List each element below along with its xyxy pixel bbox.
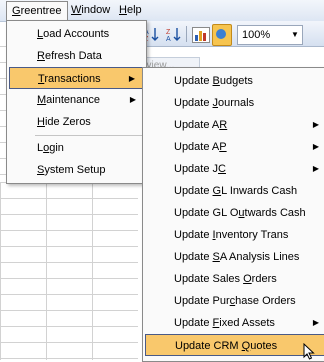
submenu-item-label: Update Inventory Trans <box>174 229 289 241</box>
menu-item-hide-zeros[interactable]: Hide Zeros <box>9 111 144 133</box>
submenu-item-label: Update GL Outwards Cash <box>174 207 306 219</box>
submenu-item-update-ar[interactable]: Update AR ▶ <box>145 114 324 136</box>
submenu-arrow-icon: ▶ <box>312 142 319 151</box>
transactions-submenu: Update Budgets Update Journals Update AR… <box>142 67 324 362</box>
sort-descending-icon[interactable]: ZA <box>164 26 182 43</box>
menu-item-label: System Setup <box>37 164 106 176</box>
menu-help[interactable]: Help <box>115 3 146 18</box>
menu-window[interactable]: Window <box>67 3 114 18</box>
menu-item-label: Login <box>37 142 64 154</box>
zoom-value: 100% <box>242 29 271 41</box>
menu-item-label: Maintenance <box>37 94 100 106</box>
menu-item-maintenance[interactable]: Maintenance ▶ <box>9 89 144 111</box>
menu-greentree[interactable]: Greentree <box>6 1 68 20</box>
menu-item-login[interactable]: Login <box>9 137 144 159</box>
submenu-item-update-ap[interactable]: Update AP ▶ <box>145 136 324 158</box>
submenu-arrow-icon: ▶ <box>128 74 135 83</box>
submenu-item-update-fixed-assets[interactable]: Update Fixed Assets ▶ <box>145 312 324 334</box>
toolbar-separator <box>186 26 187 42</box>
dropdown-arrow-icon[interactable]: ▼ <box>288 26 302 44</box>
menu-greentree-label: reentree <box>20 5 62 17</box>
submenu-item-label: Update Budgets <box>174 75 253 87</box>
menu-item-refresh-data[interactable]: Refresh Data <box>9 45 144 67</box>
zoom-select[interactable]: 100% ▼ <box>237 25 303 45</box>
menu-item-system-setup[interactable]: System Setup <box>9 159 144 181</box>
menu-help-mnemonic: H <box>119 4 127 16</box>
submenu-arrow-icon: ▶ <box>312 318 319 327</box>
submenu-item-label: Update GL Inwards Cash <box>174 185 298 197</box>
menu-item-label: Refresh Data <box>37 50 102 62</box>
menu-window-mnemonic: W <box>71 4 82 16</box>
submenu-arrow-icon: ▶ <box>312 164 319 173</box>
menu-item-transactions[interactable]: Transactions ▶ <box>9 67 144 89</box>
submenu-item-label: Update Fixed Assets <box>174 317 275 329</box>
mouse-cursor-icon <box>303 343 315 360</box>
spreadsheet-grid[interactable] <box>0 182 138 360</box>
chart-icon[interactable] <box>192 27 210 43</box>
submenu-item-update-sales-orders[interactable]: Update Sales Orders <box>145 268 324 290</box>
submenu-item-update-purchase-orders[interactable]: Update Purchase Orders <box>145 290 324 312</box>
submenu-item-label: Update CRM Quotes <box>175 340 278 352</box>
submenu-item-label: Update JC <box>174 163 226 175</box>
menu-greentree-mnemonic: G <box>12 5 21 17</box>
submenu-arrow-icon: ▶ <box>312 120 319 129</box>
menu-separator <box>35 135 143 136</box>
submenu-item-update-inventory-trans[interactable]: Update Inventory Trans <box>145 224 324 246</box>
map-icon[interactable] <box>212 24 232 46</box>
submenu-item-label: Update Journals <box>174 97 255 109</box>
submenu-item-label: Update AP <box>174 141 227 153</box>
submenu-item-label: Update Purchase Orders <box>174 295 296 307</box>
menu-item-label: Transactions <box>38 73 101 85</box>
menu-item-load-accounts[interactable]: Load Accounts <box>9 23 144 45</box>
menu-window-label: indow <box>81 4 111 16</box>
svg-text:Z: Z <box>166 29 171 36</box>
toolbar: AZ ZA 100% ▼ <box>138 21 324 47</box>
submenu-item-update-crm-quotes[interactable]: Update CRM Quotes <box>145 334 324 356</box>
submenu-item-update-budgets[interactable]: Update Budgets <box>145 70 324 92</box>
menu-item-label: Load Accounts <box>37 28 110 40</box>
submenu-item-label: Update AR <box>174 119 228 131</box>
menu-item-label: Hide Zeros <box>37 116 91 128</box>
svg-text:A: A <box>166 36 171 42</box>
menu-help-label: elp <box>126 4 142 16</box>
submenu-arrow-icon: ▶ <box>129 95 136 104</box>
greentree-menu: Load Accounts Refresh Data Transactions … <box>6 20 147 184</box>
menubar: Greentree Window Help <box>0 0 324 22</box>
submenu-item-update-journals[interactable]: Update Journals <box>145 92 324 114</box>
submenu-item-label: Update SA Analysis Lines <box>174 251 300 263</box>
submenu-item-update-sa-analysis-lines[interactable]: Update SA Analysis Lines <box>145 246 324 268</box>
submenu-item-label: Update Sales Orders <box>174 273 277 285</box>
submenu-item-update-jc[interactable]: Update JC ▶ <box>145 158 324 180</box>
submenu-item-update-gl-outwards-cash[interactable]: Update GL Outwards Cash <box>145 202 324 224</box>
submenu-item-update-gl-inwards-cash[interactable]: Update GL Inwards Cash <box>145 180 324 202</box>
